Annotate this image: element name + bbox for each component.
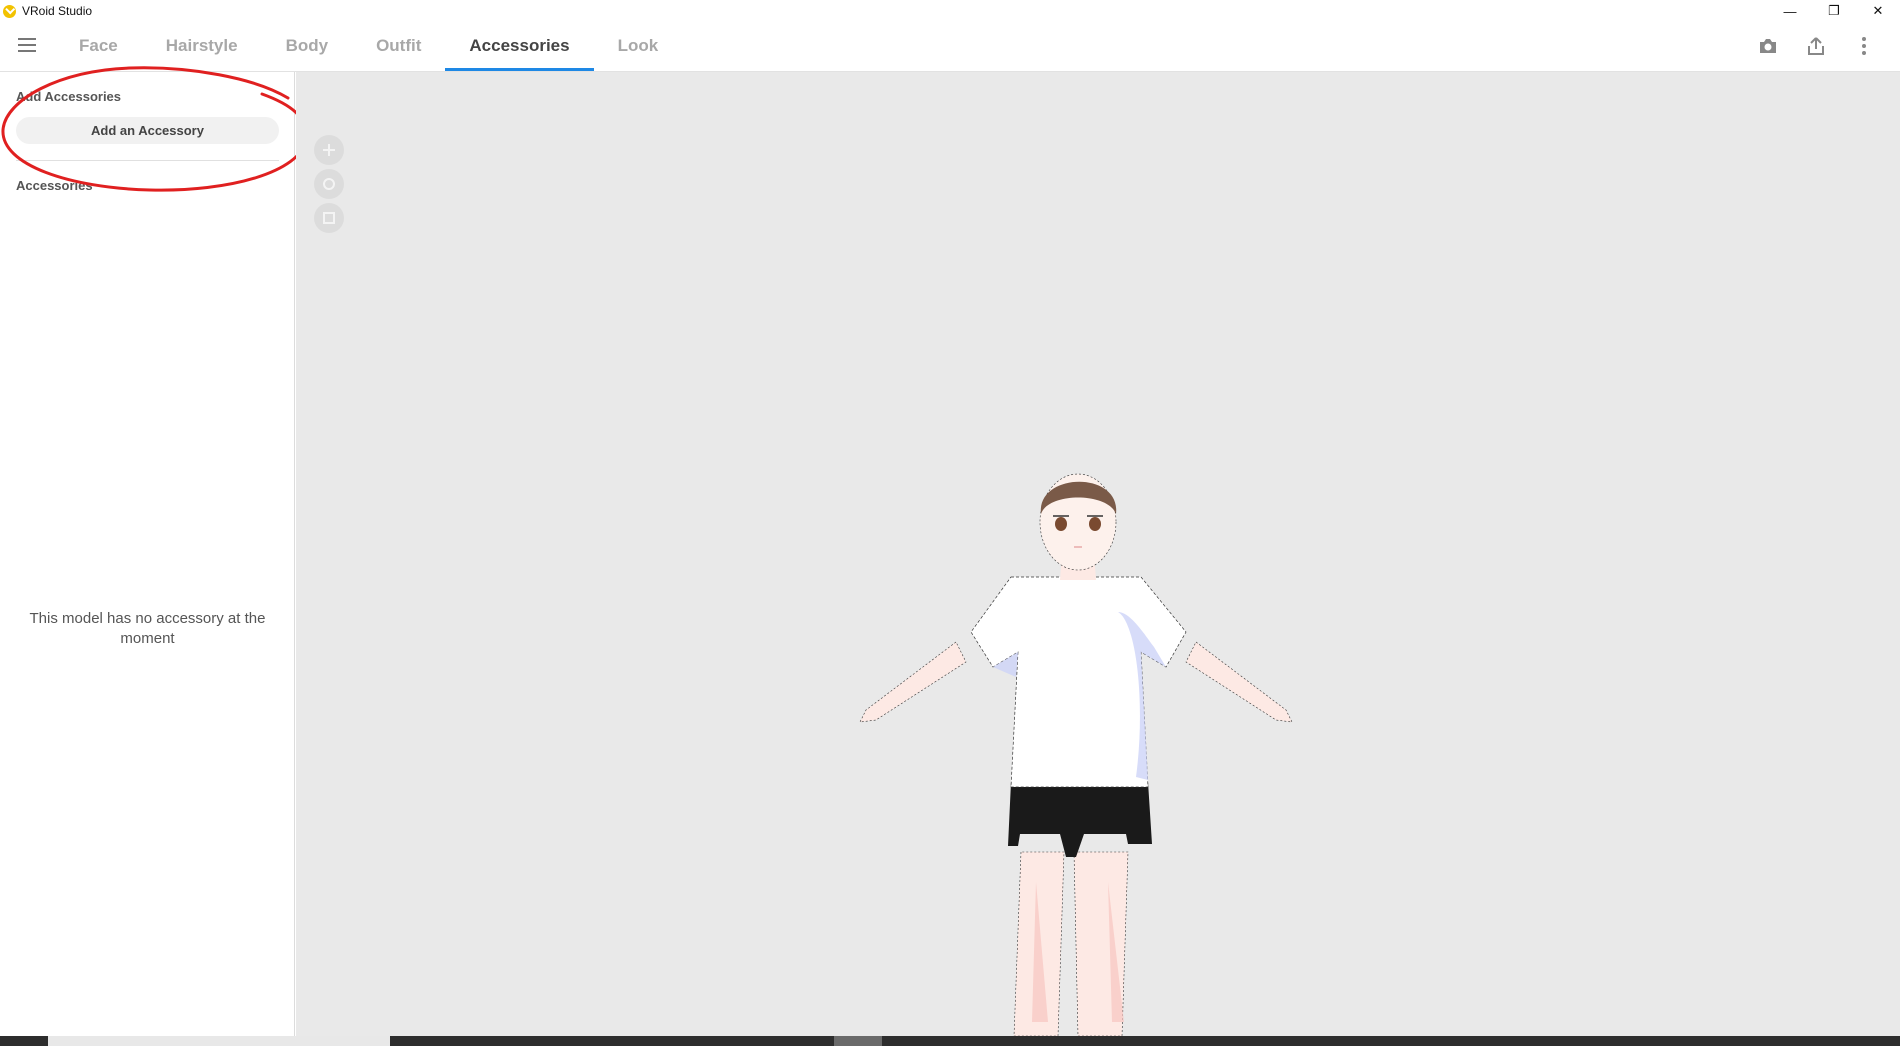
- vroid-logo-icon: [3, 4, 16, 18]
- window-title: VRoid Studio: [22, 4, 93, 18]
- restore-button[interactable]: ❐: [1812, 0, 1856, 22]
- hamburger-menu-icon[interactable]: [18, 38, 36, 52]
- accessories-sidebar: Add Accessories Add an Accessory Accesso…: [0, 72, 295, 1046]
- tab-face[interactable]: Face: [55, 22, 142, 71]
- scrollbar-thumb[interactable]: [48, 1036, 390, 1046]
- divider: [16, 160, 279, 161]
- window-controls: — ❐ ✕: [1768, 0, 1900, 22]
- bottom-scrollbar: [0, 1036, 1900, 1046]
- model-viewport[interactable]: [296, 72, 1900, 1036]
- tab-look[interactable]: Look: [594, 22, 683, 71]
- export-icon[interactable]: [1792, 34, 1840, 58]
- tab-body[interactable]: Body: [262, 22, 353, 71]
- minimize-button[interactable]: —: [1768, 0, 1812, 22]
- zoom-icon[interactable]: [314, 203, 344, 233]
- rotate-icon[interactable]: [314, 169, 344, 199]
- close-button[interactable]: ✕: [1856, 0, 1900, 22]
- top-navigation: Face Hairstyle Body Outfit Accessories L…: [0, 22, 1900, 72]
- accessories-list-heading: Accessories: [16, 178, 93, 193]
- tab-bar: Face Hairstyle Body Outfit Accessories L…: [55, 22, 682, 71]
- move-icon[interactable]: [314, 135, 344, 165]
- add-accessories-heading: Add Accessories: [16, 89, 122, 104]
- tab-outfit[interactable]: Outfit: [352, 22, 445, 71]
- camera-icon[interactable]: [1744, 34, 1792, 58]
- avatar-model[interactable]: [836, 462, 1336, 1036]
- more-vertical-icon[interactable]: [1840, 34, 1888, 58]
- toolbar-right: [1744, 34, 1888, 58]
- scrollbar-marker: [834, 1036, 882, 1046]
- tab-hairstyle[interactable]: Hairstyle: [142, 22, 262, 71]
- tab-accessories[interactable]: Accessories: [445, 22, 594, 71]
- empty-state-message: This model has no accessory at the momen…: [29, 610, 266, 647]
- add-accessory-button[interactable]: Add an Accessory: [16, 117, 279, 144]
- title-bar: VRoid Studio — ❐ ✕: [0, 0, 1900, 22]
